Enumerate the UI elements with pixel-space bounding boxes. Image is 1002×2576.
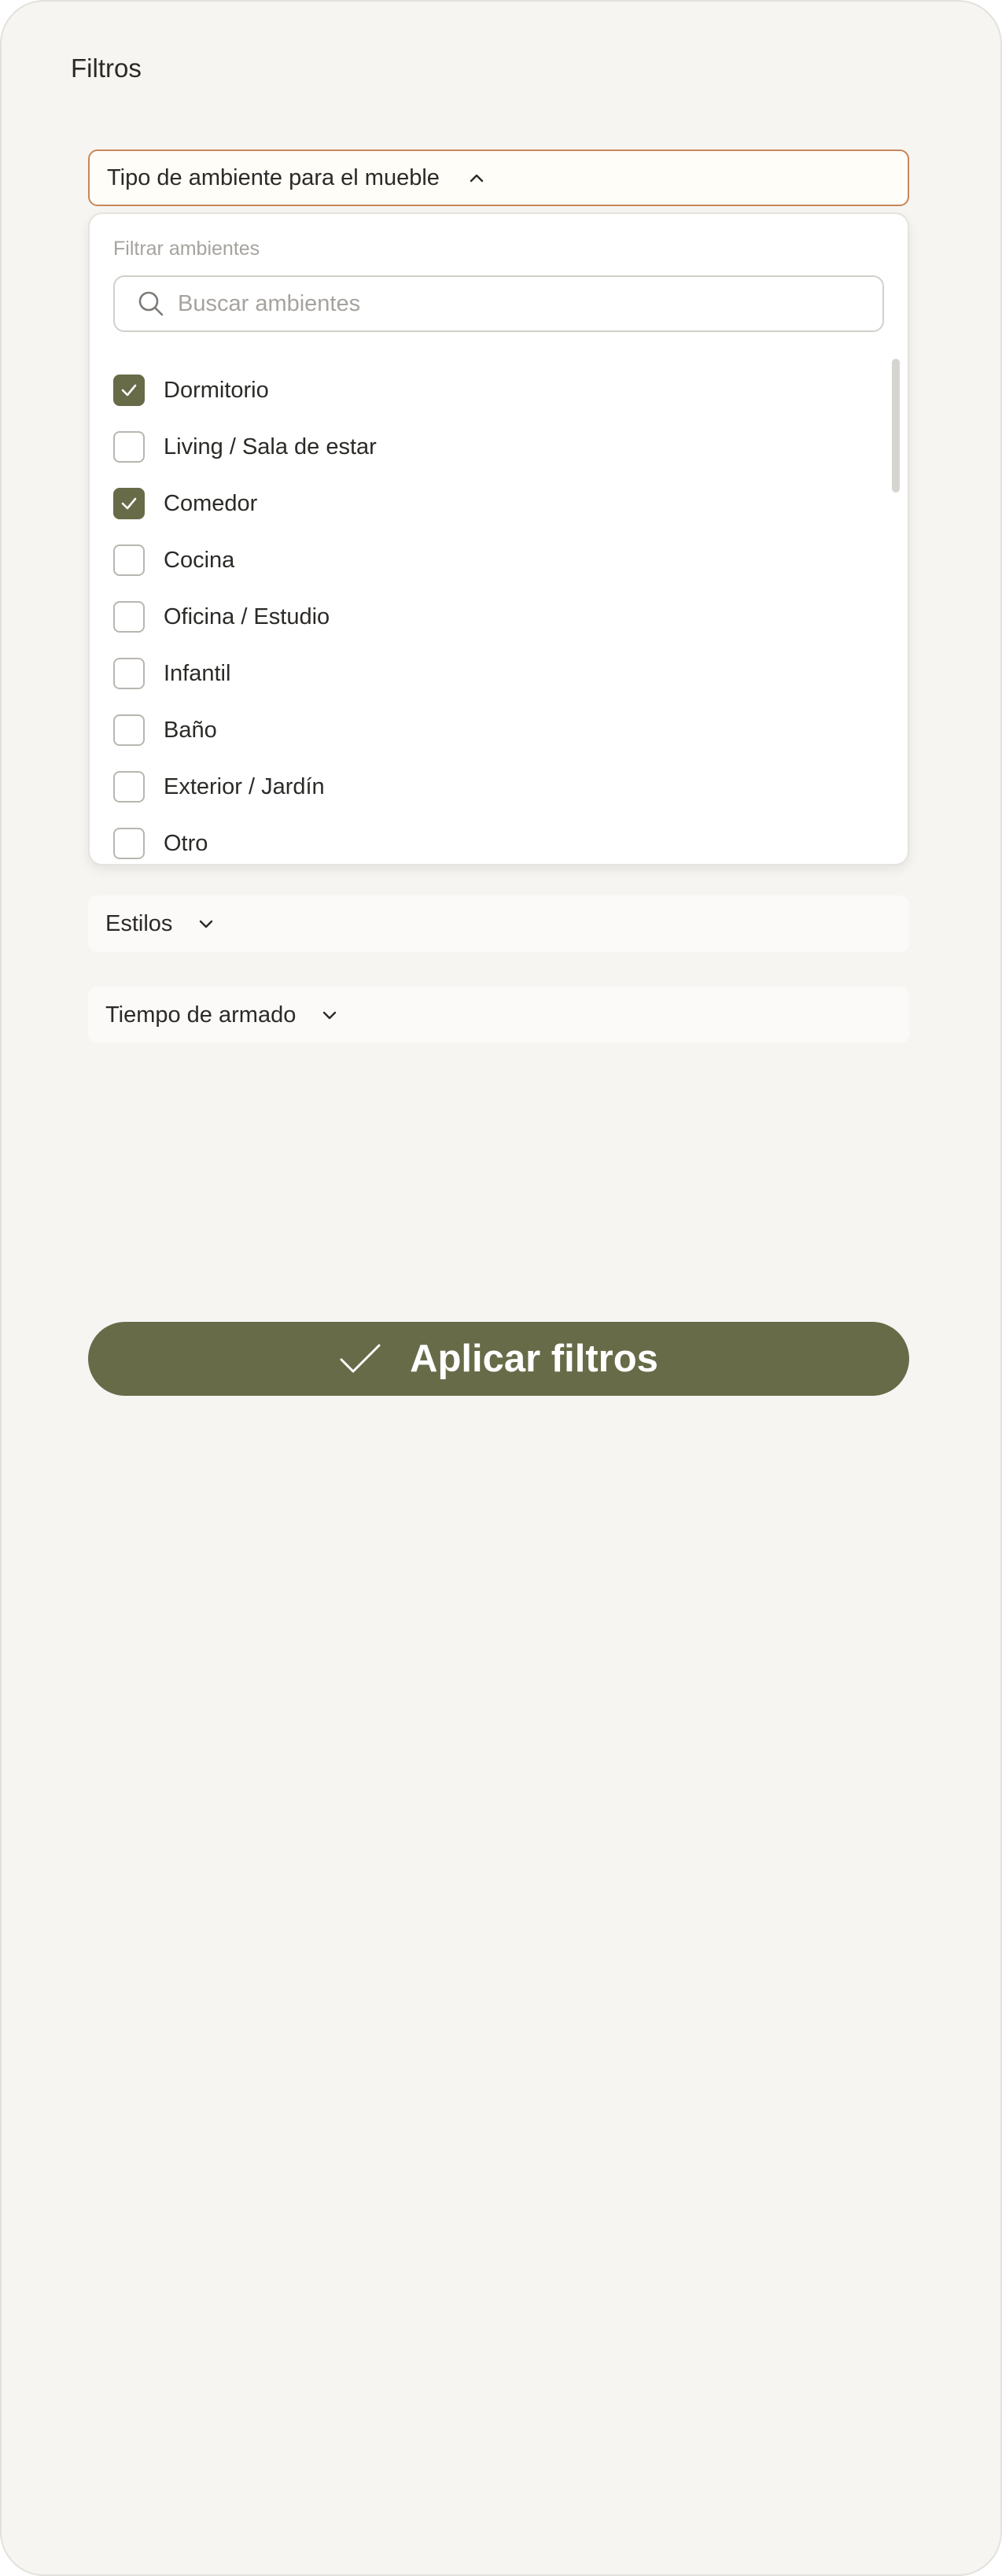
room-option-label: Baño (164, 717, 217, 743)
room-option[interactable]: Dormitorio (113, 373, 269, 408)
room-option[interactable]: Living / Sala de estar (113, 430, 377, 464)
check-icon (339, 1343, 381, 1375)
room-option-checkbox[interactable] (113, 658, 145, 689)
room-option-checkbox[interactable] (113, 431, 145, 463)
room-option[interactable]: Exterior / Jardín (113, 769, 325, 804)
page-title: Filtros (71, 54, 142, 83)
assembly-time-accordion-label: Tiempo de armado (105, 1002, 297, 1028)
assembly-time-accordion[interactable]: Tiempo de armado (88, 987, 909, 1043)
room-option-checkbox[interactable] (113, 375, 145, 406)
room-option-checkbox[interactable] (113, 544, 145, 576)
room-option-label: Living / Sala de estar (164, 434, 377, 459)
scrollbar[interactable] (892, 359, 900, 493)
room-option-label: Cocina (164, 547, 235, 573)
filters-screen: Filtros Tipo de ambiente para el mueble … (0, 0, 1002, 2576)
room-option[interactable]: Oficina / Estudio (113, 600, 330, 634)
room-option[interactable]: Baño (113, 713, 217, 747)
room-option-checkbox[interactable] (113, 601, 145, 633)
apply-filters-button[interactable]: Aplicar filtros (88, 1322, 909, 1396)
room-option-checkbox[interactable] (113, 488, 145, 519)
room-option-label: Dormitorio (164, 377, 269, 403)
chevron-down-icon (319, 1005, 340, 1025)
room-option-checkbox[interactable] (113, 771, 145, 803)
room-option-label: Otro (164, 830, 208, 856)
room-type-dropdown-label: Tipo de ambiente para el mueble (107, 164, 440, 190)
room-option-checkbox[interactable] (113, 714, 145, 746)
apply-filters-label: Aplicar filtros (410, 1338, 658, 1380)
room-option-label: Exterior / Jardín (164, 773, 325, 799)
panel-label: Filtrar ambientes (113, 238, 260, 260)
search-input[interactable] (178, 290, 870, 317)
styles-accordion[interactable]: Estilos (88, 895, 909, 952)
check-icon (121, 497, 137, 510)
room-option[interactable]: Comedor (113, 486, 257, 521)
room-type-dropdown[interactable]: Tipo de ambiente para el mueble (88, 149, 909, 206)
room-option[interactable]: Infantil (113, 656, 230, 691)
check-icon (121, 384, 137, 397)
chevron-down-icon (196, 913, 216, 934)
room-option[interactable]: Otro (113, 826, 208, 861)
room-option-label: Oficina / Estudio (164, 603, 330, 629)
room-option-label: Infantil (164, 660, 231, 686)
chevron-up-icon (466, 168, 487, 188)
room-type-panel: Filtrar ambientes Dormitorio Living / Sal… (88, 212, 909, 865)
search-box (113, 275, 884, 332)
room-option[interactable]: Cocina (113, 543, 234, 578)
room-option-label: Comedor (164, 490, 258, 516)
search-icon (135, 288, 167, 319)
styles-accordion-label: Estilos (105, 910, 173, 936)
room-option-checkbox[interactable] (113, 828, 145, 859)
